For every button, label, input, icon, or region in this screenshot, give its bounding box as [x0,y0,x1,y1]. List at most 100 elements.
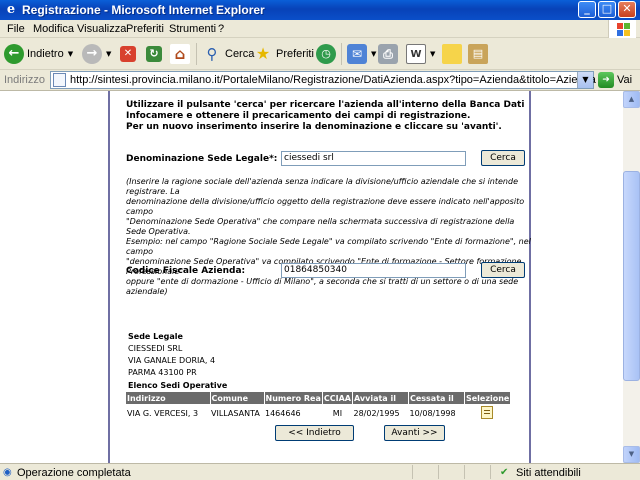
status-text: Operazione completata [17,467,131,479]
denominazione-label: Denominazione Sede Legale*: [126,154,278,164]
favorites-button[interactable]: ★ Preferiti [253,43,314,65]
stop-button[interactable]: ✕ [120,43,136,65]
menu-preferiti[interactable]: Preferiti [126,23,164,35]
status-cell [464,465,490,479]
col-indirizzo: Indirizzo [126,392,211,404]
trusted-zone-icon: ✔ [500,467,509,478]
col-cessata: Cessata il [408,392,465,404]
window-title: Registrazione - Microsoft Internet Explo… [22,3,265,17]
intro-line: Infocamere e ottenere il precaricamento … [126,111,471,121]
chevron-down-icon[interactable]: ▼ [68,50,73,58]
sede-legale-address: VIA GANALE DORIA, 4 [128,356,216,365]
chevron-down-icon[interactable]: ▼ [371,50,376,58]
col-comune: Comune [210,392,265,404]
instructions-note: (Inserire la ragione sociale dell'aziend… [126,177,531,297]
page-content: Utilizzare il pulsante 'cerca' per ricer… [0,91,623,463]
scroll-down-arrow-icon[interactable]: ▼ [623,446,640,463]
intro-line: Per un nuovo inserimento inserire la den… [126,122,502,132]
cell-comune: VILLASANTA [211,409,260,418]
intro-line: Utilizzare il pulsante 'cerca' per ricer… [126,100,525,110]
search-icon: ⚲ [206,45,218,63]
col-selezione: Selezione [464,392,511,404]
cerca-codice-button[interactable]: Cerca [481,262,525,278]
menu-visualizza[interactable]: Visualizza [77,23,126,35]
mail-button[interactable]: ✉ ▼ [347,43,376,65]
menu-modifica[interactable]: Modifica [33,23,74,35]
toolbar-separator [341,43,342,65]
star-icon: ★ [255,44,271,63]
cell-avviata: 28/02/1995 [353,409,400,418]
scroll-thumb[interactable] [623,171,640,381]
col-numero-rea: Numero Rea [264,392,323,404]
chevron-down-icon[interactable]: ▼ [430,50,435,58]
note-icon [442,44,462,64]
research-book-icon: ▤ [468,44,488,64]
status-cell [412,465,438,479]
chevron-down-icon[interactable]: ▼ [106,50,111,58]
next-page-button[interactable]: Avanti >> [384,425,445,441]
toolbar-separator [196,43,197,65]
cell-cciaa: MI [332,409,343,418]
scroll-up-arrow-icon[interactable]: ▲ [623,91,640,108]
cell-indirizzo: VIA G. VERCESI, 3 [127,409,199,418]
address-input[interactable]: http://sintesi.provincia.milano.it/Porta… [50,71,596,89]
sede-legale-city: PARMA 43100 PR [128,368,197,377]
minimize-button[interactable]: _ [578,1,596,18]
intro-text: Utilizzare il pulsante 'cerca' per ricer… [126,100,526,133]
cerca-button[interactable]: Cerca [481,150,525,166]
denominazione-input[interactable]: ciessedi srl [281,151,466,166]
back-label: Indietro [27,48,64,60]
address-bar: Indirizzo http://sintesi.provincia.milan… [0,70,640,91]
print-button[interactable]: ⎙ [378,43,398,65]
discuss-button[interactable] [442,43,462,65]
history-button[interactable]: ◷ [316,43,336,65]
sede-legale-name: CIESSEDI SRL [128,344,183,353]
search-button[interactable]: ⚲ Cerca [202,43,255,65]
codice-fiscale-input[interactable]: 01864850340 [281,263,466,278]
table-header-row: Indirizzo Comune Numero Rea CCIAA Avviat… [126,392,511,404]
right-margin [531,91,623,463]
close-button[interactable]: ✕ [618,1,636,18]
toolbar: ← Indietro ▼ → ▼ ✕ ↻ ⌂ ⚲ Cerca ★ Preferi… [0,38,640,70]
menu-help[interactable]: ? [218,23,224,35]
menu-strumenti[interactable]: Strumenti [169,23,216,35]
go-button[interactable]: Vai [617,74,632,86]
col-avviata: Avviata il [352,392,409,404]
maximize-button[interactable]: □ [598,1,616,18]
windows-logo-icon [608,20,636,38]
back-button[interactable]: ← Indietro ▼ [4,43,73,65]
back-arrow-icon: ← [4,44,24,64]
ie-logo-icon: e [6,2,16,17]
back-page-button[interactable]: << Indietro [275,425,354,441]
address-url[interactable]: http://sintesi.provincia.milano.it/Porta… [70,74,596,86]
mail-icon: ✉ [347,44,367,64]
go-arrow-icon[interactable]: ➜ [598,72,614,88]
status-cell [438,465,464,479]
note-line: denominazione della divisione/ufficio og… [126,197,525,216]
search-label: Cerca [225,48,255,60]
history-icon: ◷ [316,44,336,64]
select-document-icon[interactable] [481,406,494,419]
home-button[interactable]: ⌂ [170,43,190,65]
menu-bar: File Modifica Visualizza Preferiti Strum… [0,20,640,38]
cell-numero-rea: 1464646 [265,409,301,418]
refresh-button[interactable]: ↻ [146,43,162,65]
note-line: "Denominazione Sede Operativa" che compa… [126,217,515,236]
chevron-down-icon[interactable]: ▼ [577,72,593,88]
home-icon: ⌂ [170,44,190,64]
table-row: VIA G. VERCESI, 3 VILLASANTA 1464646 MI … [126,404,510,423]
note-line: Esempio: nel campo "Ragione Sociale Sede… [126,237,531,256]
edit-button[interactable]: W ▼ [406,43,435,65]
elenco-sedi-title: Elenco Sedi Operative [128,381,228,390]
cell-cessata: 10/08/1998 [409,409,456,418]
codice-fiscale-label: Codice Fiscale Azienda: [126,266,246,276]
zone-text: Siti attendibili [516,467,581,479]
forward-button[interactable]: → ▼ [82,43,111,65]
address-label: Indirizzo [4,74,45,86]
form-column: Utilizzare il pulsante 'cerca' per ricer… [108,91,531,463]
menu-file[interactable]: File [7,23,25,35]
vertical-scrollbar[interactable]: ▲ ▼ [623,91,640,463]
left-margin [0,91,108,463]
research-button[interactable]: ▤ [468,43,488,65]
status-bar: ◉ Operazione completata ✔ Siti attendibi… [0,463,640,480]
